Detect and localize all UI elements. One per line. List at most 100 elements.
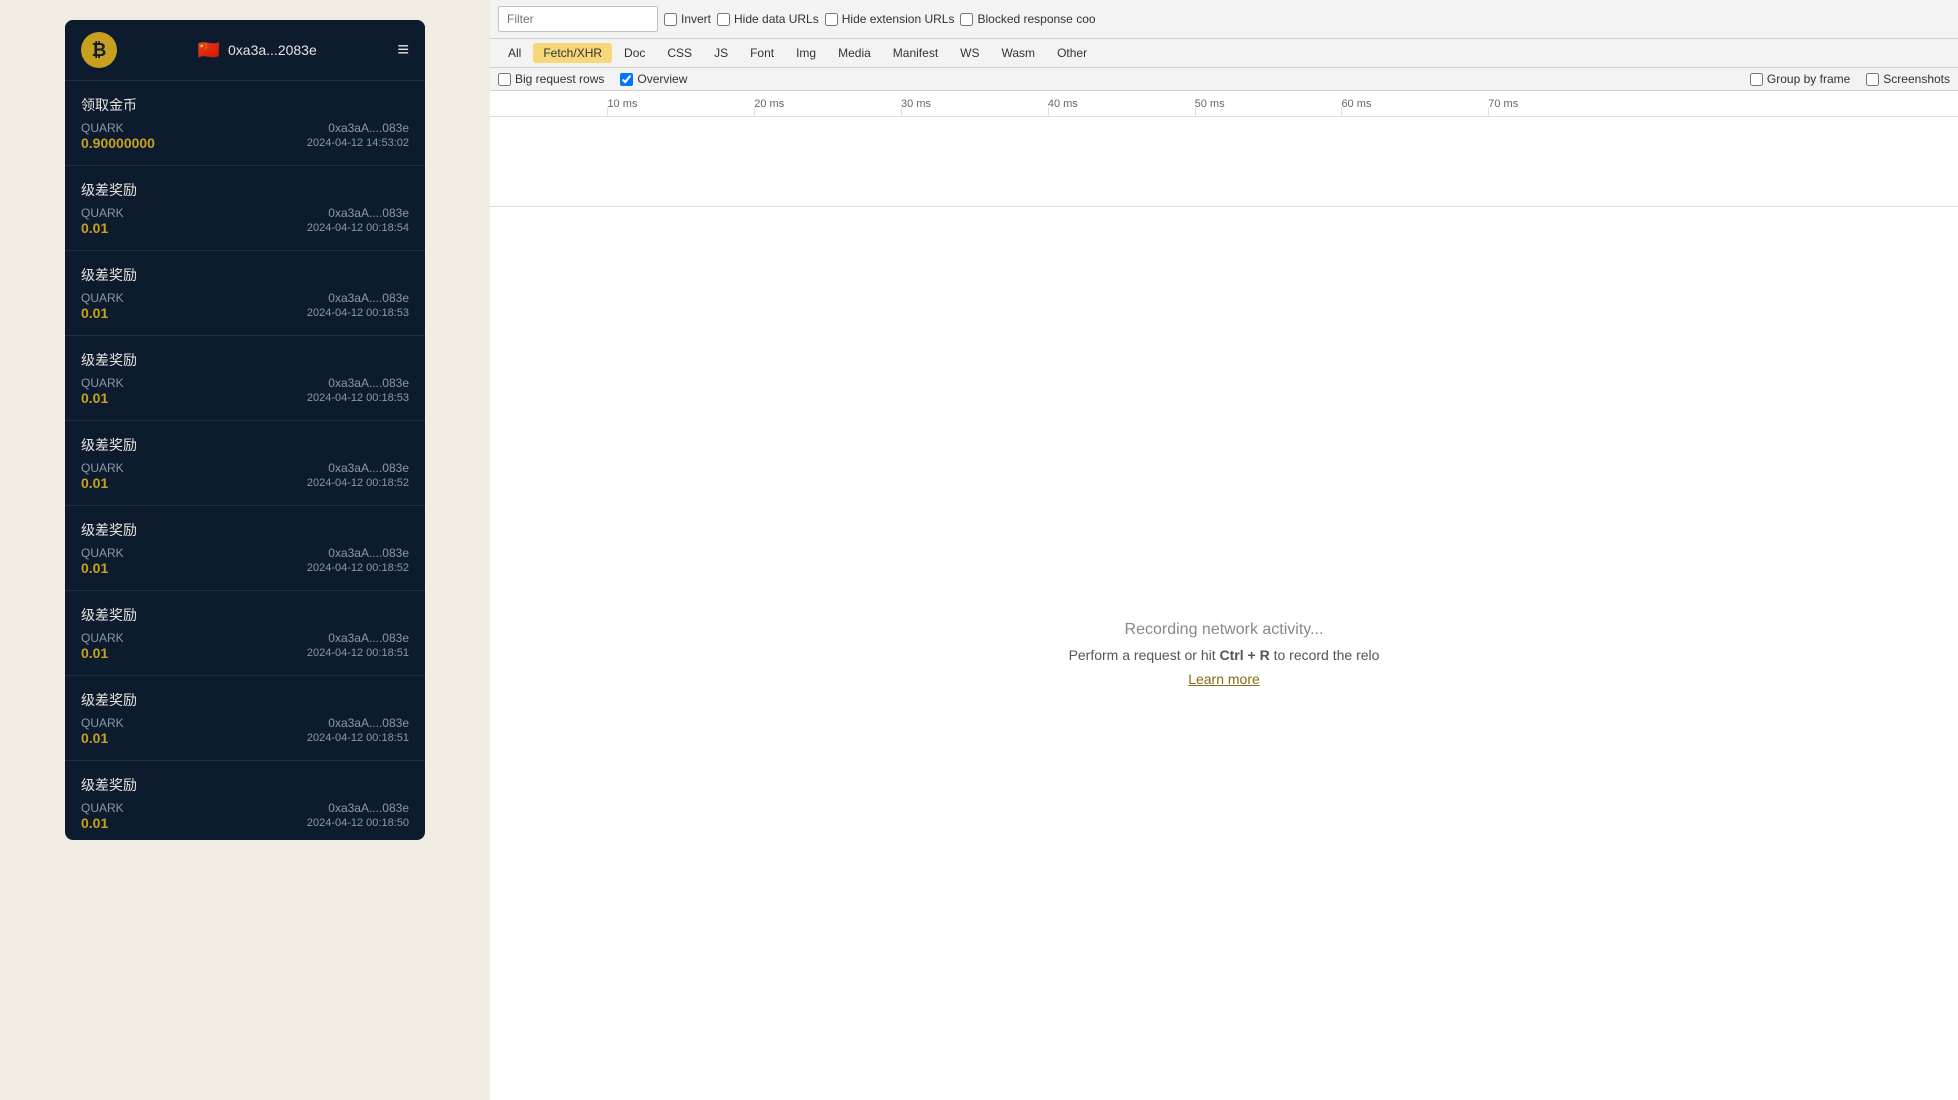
network-empty-state: Recording network activity... Perform a … (490, 207, 1958, 1100)
tx-token: QUARK (81, 801, 124, 815)
screenshots-checkbox-label[interactable]: Screenshots (1866, 72, 1950, 86)
overview-label-text: Overview (637, 72, 687, 86)
blocked-response-checkbox-label[interactable]: Blocked response coo (960, 12, 1095, 26)
app-address-area: 🇨🇳 0xa3a...2083e (198, 40, 317, 61)
transaction-item[interactable]: 级差奖励 QUARK 0xa3aA....083e 0.01 2024-04-1… (65, 251, 425, 336)
timeline-marker-50-ms: 50 ms (1195, 98, 1225, 110)
filter-tab-js[interactable]: JS (704, 43, 738, 63)
big-request-rows-checkbox[interactable] (498, 73, 511, 86)
devtools-network-panel: Invert Hide data URLs Hide extension URL… (490, 0, 1958, 1100)
tx-row-2: 0.01 2024-04-12 00:18:50 (81, 815, 409, 831)
tx-row: QUARK 0xa3aA....083e (81, 716, 409, 730)
learn-more-link[interactable]: Learn more (1188, 671, 1260, 687)
tx-token: QUARK (81, 206, 124, 220)
tx-row: QUARK 0xa3aA....083e (81, 801, 409, 815)
filter-tab-img[interactable]: Img (786, 43, 826, 63)
tx-row-2: 0.01 2024-04-12 00:18:51 (81, 730, 409, 746)
app-header: ₿ 🇨🇳 0xa3a...2083e ≡ (65, 20, 425, 81)
invert-checkbox[interactable] (664, 13, 677, 26)
transaction-item[interactable]: 级差奖励 QUARK 0xa3aA....083e 0.01 2024-04-1… (65, 591, 425, 676)
flag-icon: 🇨🇳 (198, 40, 220, 61)
app-logo: ₿ (81, 32, 117, 68)
hide-data-urls-checkbox-label[interactable]: Hide data URLs (717, 12, 819, 26)
tx-row: QUARK 0xa3aA....083e (81, 631, 409, 645)
menu-icon[interactable]: ≡ (397, 39, 409, 62)
options-right: Group by frame Screenshots (1750, 72, 1950, 86)
perform-text-after: to record the relo (1270, 647, 1380, 663)
tx-date: 2024-04-12 00:18:53 (307, 392, 409, 404)
wallet-address: 0xa3a...2083e (228, 42, 317, 58)
tx-title: 级差奖励 (81, 775, 409, 795)
transaction-item[interactable]: 级差奖励 QUARK 0xa3aA....083e 0.01 2024-04-1… (65, 166, 425, 251)
tx-row: QUARK 0xa3aA....083e (81, 461, 409, 475)
tx-token: QUARK (81, 546, 124, 560)
tx-title: 级差奖励 (81, 605, 409, 625)
filter-tabs-bar: AllFetch/XHRDocCSSJSFontImgMediaManifest… (490, 39, 1958, 68)
filter-tab-manifest[interactable]: Manifest (883, 43, 948, 63)
filter-tab-other[interactable]: Other (1047, 43, 1097, 63)
filter-tab-doc[interactable]: Doc (614, 43, 655, 63)
timeline-overview-area (490, 117, 1958, 207)
perform-text: Perform a request or hit Ctrl + R to rec… (1069, 647, 1380, 663)
tx-title: 级差奖励 (81, 180, 409, 200)
screenshots-text: Screenshots (1883, 72, 1950, 86)
hide-extension-urls-checkbox[interactable] (825, 13, 838, 26)
hide-data-urls-checkbox[interactable] (717, 13, 730, 26)
timeline-marker-30-ms: 30 ms (901, 98, 931, 110)
timeline-marker-60-ms: 60 ms (1341, 98, 1371, 110)
group-by-frame-text: Group by frame (1767, 72, 1850, 86)
invert-checkbox-label[interactable]: Invert (664, 12, 711, 26)
tx-title: 级差奖励 (81, 520, 409, 540)
screenshots-checkbox[interactable] (1866, 73, 1879, 86)
filter-tab-ws[interactable]: WS (950, 43, 989, 63)
tx-address: 0xa3aA....083e (328, 121, 409, 135)
tx-token: QUARK (81, 461, 124, 475)
filter-tab-font[interactable]: Font (740, 43, 784, 63)
tx-row-2: 0.90000000 2024-04-12 14:53:02 (81, 135, 409, 151)
tx-address: 0xa3aA....083e (328, 716, 409, 730)
tx-title: 级差奖励 (81, 350, 409, 370)
tx-row-2: 0.01 2024-04-12 00:18:51 (81, 645, 409, 661)
tx-title: 级差奖励 (81, 435, 409, 455)
overview-checkbox[interactable] (620, 73, 633, 86)
tx-amount: 0.90000000 (81, 135, 155, 151)
tx-amount: 0.01 (81, 815, 108, 831)
devtools-toolbar: Invert Hide data URLs Hide extension URL… (490, 0, 1958, 39)
tx-row-2: 0.01 2024-04-12 00:18:52 (81, 560, 409, 576)
tx-amount: 0.01 (81, 390, 108, 406)
overview-checkbox-label[interactable]: Overview (620, 72, 687, 86)
filter-tab-wasm[interactable]: Wasm (992, 43, 1046, 63)
transaction-item[interactable]: 级差奖励 QUARK 0xa3aA....083e 0.01 2024-04-1… (65, 506, 425, 591)
filter-tab-media[interactable]: Media (828, 43, 881, 63)
tx-amount: 0.01 (81, 730, 108, 746)
transaction-item[interactable]: 级差奖励 QUARK 0xa3aA....083e 0.01 2024-04-1… (65, 761, 425, 840)
tx-amount: 0.01 (81, 645, 108, 661)
transaction-item[interactable]: 领取金币 QUARK 0xa3aA....083e 0.90000000 202… (65, 81, 425, 166)
tx-date: 2024-04-12 14:53:02 (307, 137, 409, 149)
tx-row-2: 0.01 2024-04-12 00:18:54 (81, 220, 409, 236)
group-by-frame-checkbox[interactable] (1750, 73, 1763, 86)
filter-tab-fetch-xhr[interactable]: Fetch/XHR (533, 43, 612, 63)
blocked-response-checkbox[interactable] (960, 13, 973, 26)
tx-date: 2024-04-12 00:18:52 (307, 562, 409, 574)
tx-address: 0xa3aA....083e (328, 631, 409, 645)
filter-tab-all[interactable]: All (498, 43, 531, 63)
transaction-item[interactable]: 级差奖励 QUARK 0xa3aA....083e 0.01 2024-04-1… (65, 421, 425, 506)
tx-address: 0xa3aA....083e (328, 291, 409, 305)
tx-token: QUARK (81, 121, 124, 135)
tx-date: 2024-04-12 00:18:53 (307, 307, 409, 319)
group-by-frame-label[interactable]: Group by frame (1750, 72, 1850, 86)
tx-address: 0xa3aA....083e (328, 546, 409, 560)
filter-input[interactable] (498, 6, 658, 32)
transaction-item[interactable]: 级差奖励 QUARK 0xa3aA....083e 0.01 2024-04-1… (65, 676, 425, 761)
tx-row: QUARK 0xa3aA....083e (81, 546, 409, 560)
transaction-item[interactable]: 级差奖励 QUARK 0xa3aA....083e 0.01 2024-04-1… (65, 336, 425, 421)
tx-row-2: 0.01 2024-04-12 00:18:52 (81, 475, 409, 491)
tx-row: QUARK 0xa3aA....083e (81, 291, 409, 305)
hide-extension-urls-checkbox-label[interactable]: Hide extension URLs (825, 12, 955, 26)
perform-text-before: Perform a request or hit (1069, 647, 1220, 663)
crypto-app-window: ₿ 🇨🇳 0xa3a...2083e ≡ 领取金币 QUARK 0xa3aA..… (65, 20, 425, 840)
big-request-rows-label[interactable]: Big request rows (498, 72, 604, 86)
filter-tab-css[interactable]: CSS (657, 43, 702, 63)
invert-label: Invert (681, 12, 711, 26)
